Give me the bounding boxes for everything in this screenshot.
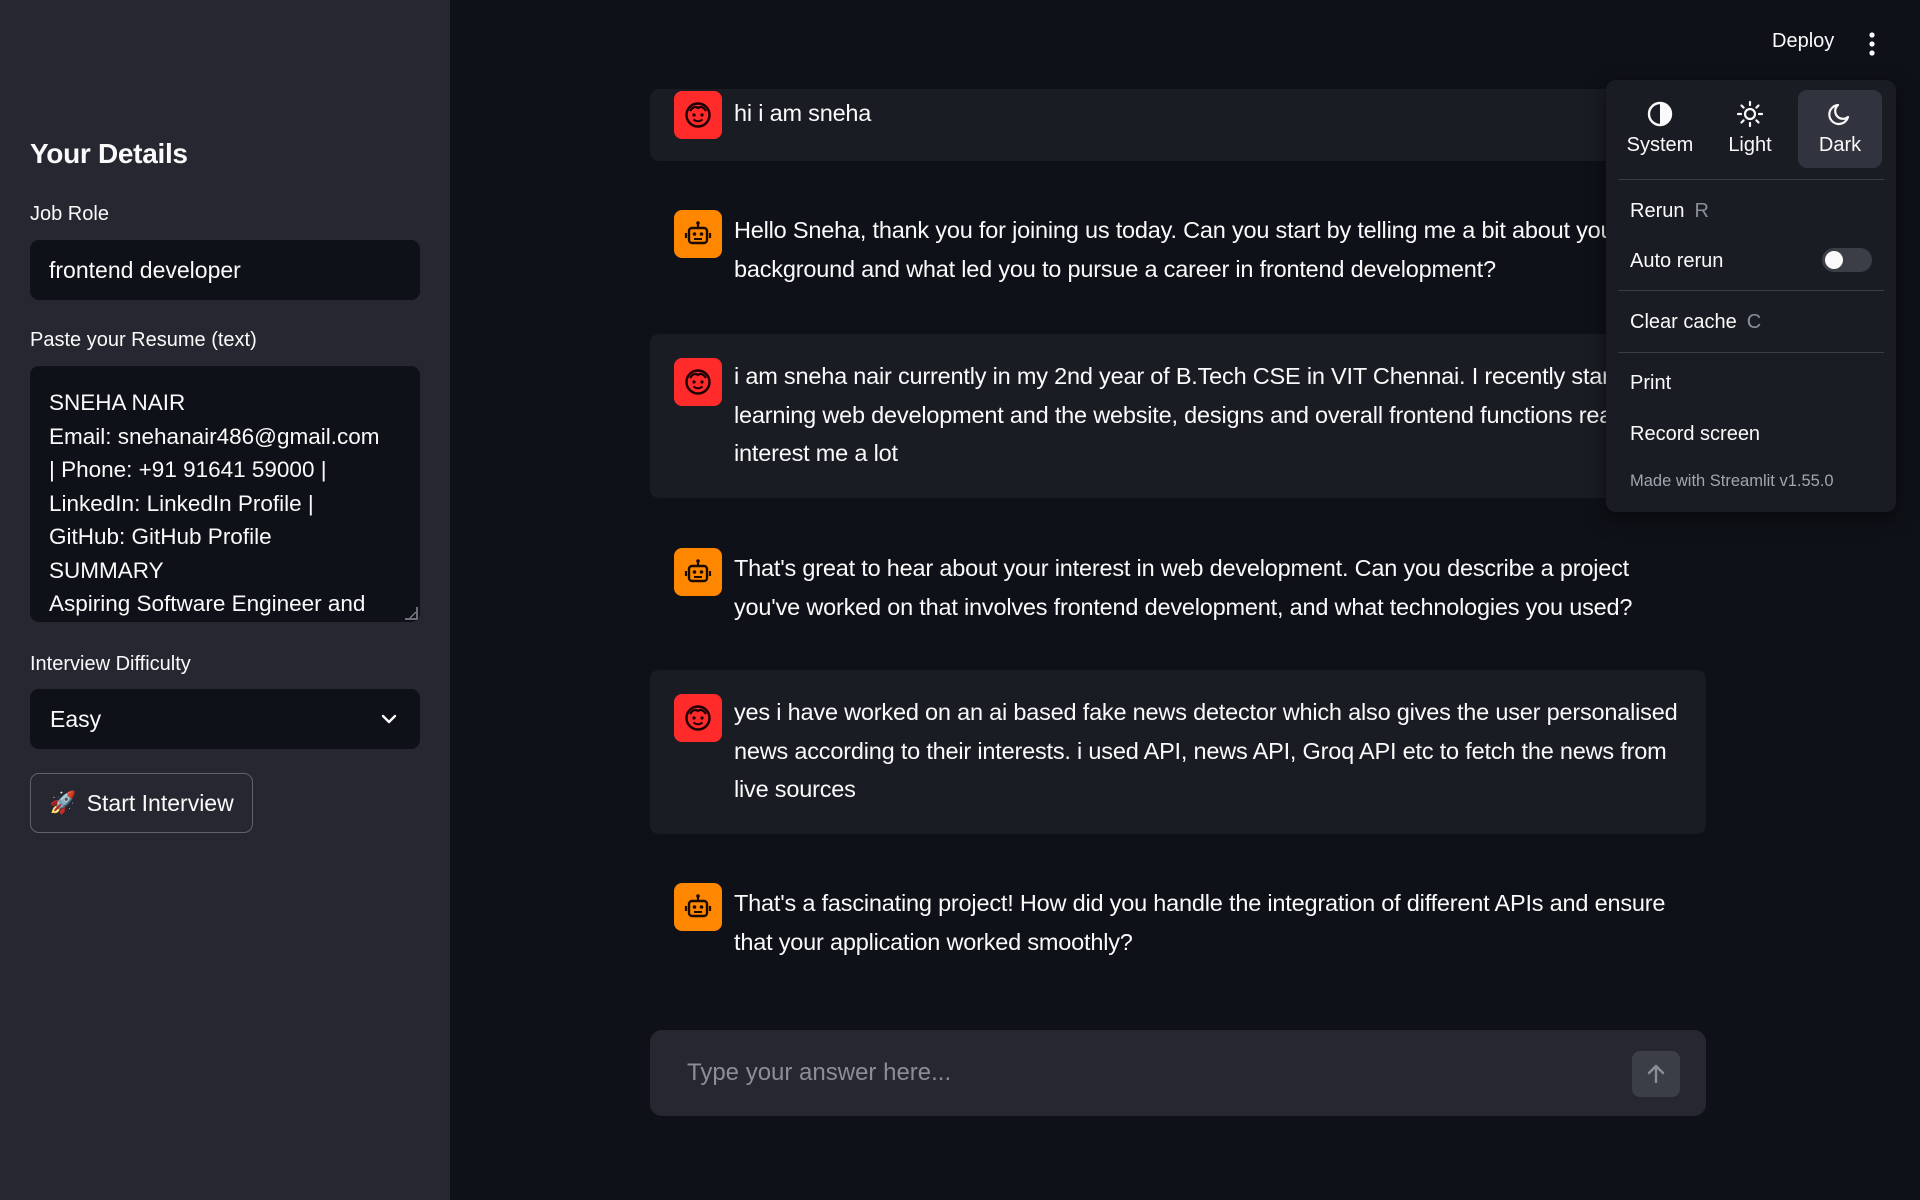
rerun-shortcut: R bbox=[1694, 200, 1709, 222]
menu-item-record-screen[interactable]: Record screen bbox=[1630, 423, 1760, 446]
send-button[interactable] bbox=[1632, 1051, 1680, 1097]
message-text: yes i have worked on an ai based fake ne… bbox=[734, 699, 1678, 802]
menu-item-rerun[interactable]: Rerun R bbox=[1630, 200, 1709, 223]
resize-handle-icon[interactable] bbox=[404, 606, 418, 620]
chat-message-assistant: Hello Sneha, thank you for joining us to… bbox=[650, 210, 1706, 294]
message-text: i am sneha nair currently in my 2nd year… bbox=[734, 363, 1642, 466]
chat-message-assistant: That's a fascinating project! How did yo… bbox=[650, 883, 1706, 967]
resume-label: Paste your Resume (text) bbox=[30, 329, 257, 351]
chat-message-user: yes i have worked on an ai based fake ne… bbox=[650, 670, 1706, 834]
resume-line: LinkedIn: LinkedIn Profile | bbox=[49, 490, 314, 516]
resume-line: Email: snehanair486@gmail.com bbox=[49, 423, 380, 449]
resume-line: GitHub: GitHub Profile bbox=[49, 524, 272, 549]
theme-label: Dark bbox=[1818, 134, 1862, 156]
menu-item-clear-cache[interactable]: Clear cache C bbox=[1630, 311, 1761, 334]
message-text: Hello Sneha, thank you for joining us to… bbox=[734, 217, 1622, 282]
menu-item-print[interactable]: Print bbox=[1630, 372, 1671, 395]
deploy-button[interactable]: Deploy bbox=[1772, 30, 1834, 53]
message-text: That's a fascinating project! How did yo… bbox=[734, 890, 1666, 955]
message-text: That's great to hear about your interest… bbox=[734, 555, 1633, 620]
assistant-avatar bbox=[674, 883, 722, 931]
user-face-icon bbox=[685, 102, 711, 128]
assistant-avatar bbox=[674, 548, 722, 596]
user-avatar bbox=[674, 91, 722, 139]
theme-label: System bbox=[1626, 134, 1694, 156]
toggle-knob bbox=[1825, 251, 1843, 269]
user-avatar bbox=[674, 694, 722, 742]
resume-line: | Phone: +91 91641 59000 | bbox=[49, 457, 327, 482]
rocket-icon: 🚀 bbox=[49, 790, 77, 815]
main-menu-icon[interactable] bbox=[1862, 30, 1882, 58]
difficulty-label: Interview Difficulty bbox=[30, 653, 191, 675]
job-role-input[interactable]: frontend developer bbox=[30, 240, 420, 300]
clear-cache-shortcut: C bbox=[1746, 311, 1762, 333]
start-interview-button[interactable]: 🚀 Start Interview bbox=[30, 773, 253, 833]
resume-line: SNEHA NAIR bbox=[49, 390, 186, 415]
menu-item-auto-rerun: Auto rerun bbox=[1630, 250, 1724, 272]
menu-divider bbox=[1618, 179, 1884, 180]
rerun-label: Rerun bbox=[1630, 200, 1685, 222]
start-interview-label: Start Interview bbox=[86, 789, 234, 816]
menu-divider bbox=[1618, 352, 1884, 353]
theme-option-system[interactable]: System bbox=[1618, 90, 1702, 168]
robot-icon bbox=[684, 221, 712, 245]
user-face-icon bbox=[685, 369, 711, 395]
moon-icon bbox=[1828, 103, 1850, 126]
robot-icon bbox=[684, 559, 712, 583]
chat-message-user: hi i am sneha bbox=[650, 89, 1706, 161]
resume-line: Aspiring Software Engineer and bbox=[49, 591, 366, 616]
auto-rerun-toggle[interactable] bbox=[1822, 248, 1872, 272]
chat-message-user: i am sneha nair currently in my 2nd year… bbox=[650, 334, 1706, 498]
difficulty-select[interactable]: Easy bbox=[30, 689, 420, 749]
chat-input[interactable] bbox=[687, 1030, 1587, 1116]
sidebar: Your Details Job Role frontend developer… bbox=[0, 0, 450, 1200]
theme-option-dark[interactable]: Dark bbox=[1798, 90, 1882, 168]
sun-icon bbox=[1736, 100, 1764, 128]
arrow-up-icon bbox=[1647, 1064, 1665, 1084]
made-with-streamlit: Made with Streamlit v1.55.0 bbox=[1630, 472, 1834, 490]
sidebar-title: Your Details bbox=[30, 138, 188, 169]
robot-icon bbox=[684, 894, 712, 918]
user-face-icon bbox=[685, 705, 711, 731]
assistant-avatar bbox=[674, 210, 722, 258]
resume-textarea[interactable]: SNEHA NAIR Email: snehanair486@gmail.com… bbox=[30, 366, 420, 622]
menu-divider bbox=[1618, 290, 1884, 291]
chat-message-assistant: That's great to hear about your interest… bbox=[650, 548, 1706, 632]
resume-line: SUMMARY bbox=[49, 557, 164, 583]
main-menu-dropdown: System Light Dark Rerun R Auto rerun Clea… bbox=[1606, 80, 1896, 512]
chat-input-container bbox=[650, 1030, 1706, 1116]
user-avatar bbox=[674, 358, 722, 406]
contrast-icon bbox=[1647, 101, 1673, 127]
theme-option-light[interactable]: Light bbox=[1708, 90, 1792, 168]
job-role-label: Job Role bbox=[30, 203, 109, 225]
clear-cache-label: Clear cache bbox=[1630, 311, 1737, 333]
difficulty-value: Easy bbox=[50, 706, 102, 732]
chevron-down-icon bbox=[381, 714, 397, 724]
theme-label: Light bbox=[1728, 134, 1772, 156]
message-text: hi i am sneha bbox=[734, 100, 872, 126]
